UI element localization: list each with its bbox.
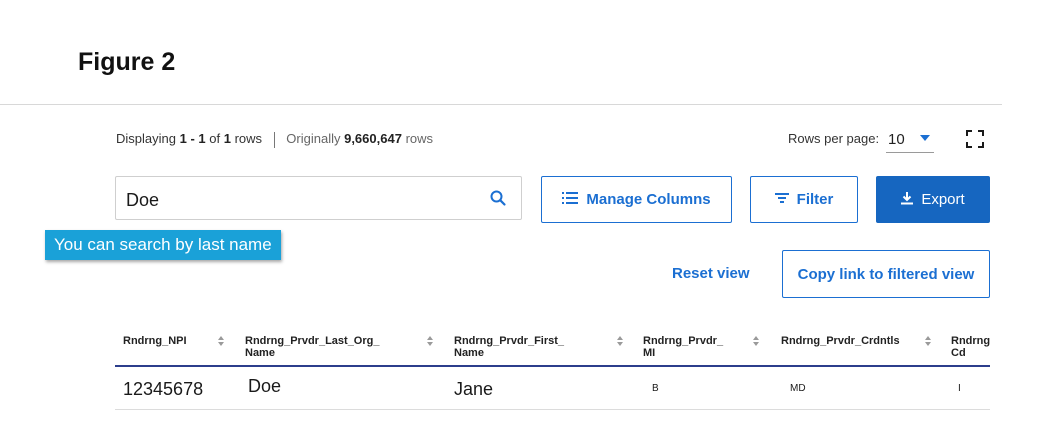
search-icon[interactable] xyxy=(489,189,507,207)
column-header-mi[interactable]: Rndrng_Prvdr_ MI xyxy=(643,335,723,359)
sort-icon[interactable] xyxy=(617,336,624,348)
copy-link-label: Copy link to filtered view xyxy=(797,265,975,283)
fullscreen-icon[interactable] xyxy=(965,129,985,149)
manage-columns-button[interactable]: Manage Columns xyxy=(541,176,732,223)
filter-button[interactable]: Filter xyxy=(750,176,858,223)
search-tooltip: You can search by last name xyxy=(45,230,281,260)
list-icon xyxy=(562,191,579,209)
cell-entity-code: I xyxy=(958,383,961,394)
sort-icon[interactable] xyxy=(427,336,434,348)
manage-columns-label: Manage Columns xyxy=(586,191,711,208)
cell-npi: 12345678 xyxy=(123,379,204,399)
cell-last-name: Doe xyxy=(248,376,282,396)
display-prefix: Displaying xyxy=(116,131,176,146)
sort-icon[interactable] xyxy=(925,336,932,348)
caret-down-icon xyxy=(920,135,930,141)
display-count: 1 xyxy=(223,131,231,146)
table-header: Rndrng_NPI Rndrng_Prvdr_Last_Org_ Name R… xyxy=(115,330,990,367)
column-header-last-name[interactable]: Rndrng_Prvdr_Last_Org_ Name xyxy=(245,335,379,359)
column-header-entity-code[interactable]: Rndrng Cd xyxy=(951,335,990,359)
sort-icon[interactable] xyxy=(753,336,760,348)
header-text: Cd xyxy=(951,347,966,359)
header-text: Rndrng_NPI xyxy=(123,335,187,347)
filter-label: Filter xyxy=(796,191,834,208)
header-text: Name xyxy=(245,347,275,359)
row-count-summary: Displaying 1 - 1 of 1 rows Originally 9,… xyxy=(116,131,433,148)
export-label: Export xyxy=(921,191,965,208)
copy-link-button[interactable]: Copy link to filtered view xyxy=(782,250,990,298)
column-header-npi[interactable]: Rndrng_NPI xyxy=(123,335,187,347)
separator xyxy=(273,131,275,148)
original-count: 9,660,647 xyxy=(344,131,402,146)
cell-first-name: Jane xyxy=(454,379,494,399)
reset-view-link[interactable]: Reset view xyxy=(672,265,750,282)
header-text: Rndrng_Prvdr_ xyxy=(643,335,724,347)
display-of: of xyxy=(209,131,221,146)
rows-per-page-value: 10 xyxy=(888,131,905,148)
sort-icon[interactable] xyxy=(218,336,225,348)
original-rows-word: rows xyxy=(405,131,434,146)
header-text: MI xyxy=(643,347,656,359)
column-header-credentials[interactable]: Rndrng_Prvdr_Crdntls xyxy=(781,335,900,347)
download-icon xyxy=(901,191,914,209)
export-button[interactable]: Export xyxy=(876,176,990,223)
header-text: Rndrng_Prvdr_Last_Org_ xyxy=(245,335,380,347)
column-header-first-name[interactable]: Rndrng_Prvdr_First_ Name xyxy=(454,335,564,359)
header-text: Rndrng xyxy=(951,335,990,347)
search-input[interactable] xyxy=(124,185,478,215)
cell-credentials: MD xyxy=(790,383,806,394)
rows-per-page-select[interactable]: 10 xyxy=(886,126,934,153)
filter-icon xyxy=(774,191,789,208)
search-box xyxy=(115,176,522,220)
cell-mi: B xyxy=(652,383,659,394)
rows-per-page-label: Rows per page: xyxy=(788,131,880,146)
table-row[interactable]: 12345678 Doe Jane B MD I xyxy=(115,367,990,410)
header-text: Rndrng_Prvdr_First_ xyxy=(454,335,565,347)
display-rows-word: rows xyxy=(234,131,263,146)
originally-label: Originally xyxy=(286,131,341,146)
header-text: Rndrng_Prvdr_Crdntls xyxy=(781,335,900,347)
divider xyxy=(0,104,1002,105)
display-range: 1 - 1 xyxy=(179,131,206,146)
header-text: Name xyxy=(454,347,484,359)
figure-title: Figure 2 xyxy=(78,48,176,76)
